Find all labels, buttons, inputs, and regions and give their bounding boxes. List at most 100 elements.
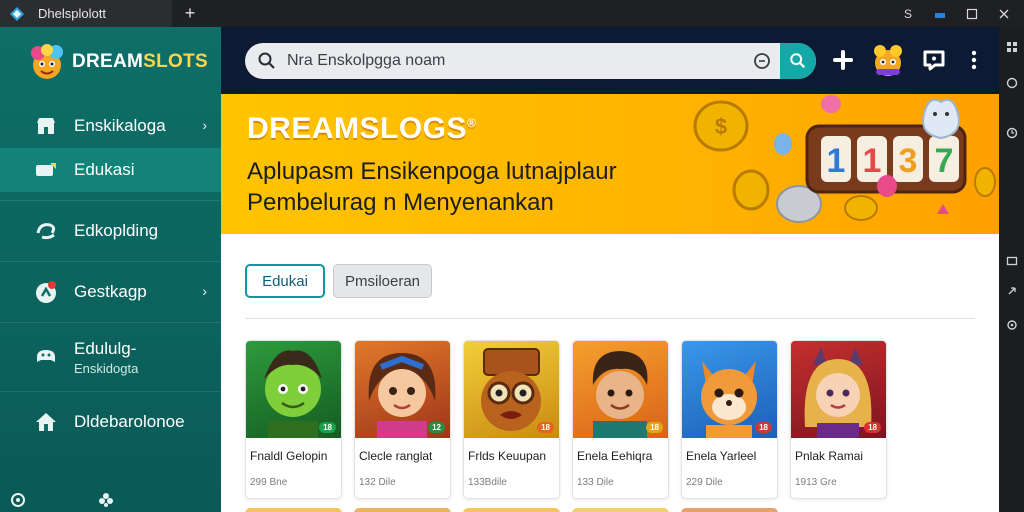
- chat-card-icon: [36, 163, 56, 176]
- flower-icon[interactable]: [98, 492, 114, 508]
- minimize-icon: [935, 12, 945, 18]
- tab-title: Dhelsplolott: [38, 6, 106, 21]
- game-card[interactable]: 18 Enela Yarleel 229 Dile: [681, 340, 778, 499]
- game-card-partial[interactable]: [354, 508, 451, 512]
- top-bar: [221, 27, 999, 94]
- brand-mascot-icon: [31, 44, 63, 79]
- circle-icon[interactable]: [1006, 77, 1018, 89]
- game-thumbnail: 18: [246, 341, 341, 438]
- nav-divider: [0, 200, 221, 201]
- nav-divider: [0, 322, 221, 323]
- search-icon: [790, 53, 806, 69]
- main-content: DREAMSLOGS® Aplupasm Ensikenpoga lutnajp…: [221, 27, 999, 512]
- more-vertical-icon[interactable]: [961, 47, 987, 73]
- clear-search-icon[interactable]: [752, 51, 772, 71]
- svg-text:1: 1: [827, 142, 846, 180]
- game-title: Enela Eehiqra: [577, 449, 653, 463]
- settings-icon[interactable]: [10, 492, 26, 508]
- sidebar-item-edululg[interactable]: Edululg- Enskidogta: [0, 331, 221, 383]
- game-thumbnail: 18: [682, 341, 777, 438]
- swirl-icon: [36, 223, 56, 240]
- sidebar-item-edkoplding[interactable]: Edkoplding: [0, 209, 221, 253]
- game-thumbnail: 18: [464, 341, 559, 438]
- age-badge: 12: [428, 422, 445, 433]
- badge-icon: [36, 281, 56, 303]
- grid-icon[interactable]: [1006, 41, 1018, 53]
- game-meta: 132 Dile: [359, 477, 396, 488]
- game-card[interactable]: 18 Enela Eehiqra 133 Dile: [572, 340, 669, 499]
- game-card-partial[interactable]: [463, 508, 560, 512]
- sidebar-item-sublabel: Enskidogta: [74, 360, 139, 376]
- age-badge: 18: [319, 422, 336, 433]
- slot-machine-illustration: $ 1 1 3 7: [693, 95, 996, 223]
- shop-icon: [37, 118, 55, 134]
- close-icon: [999, 9, 1009, 18]
- add-icon[interactable]: [830, 47, 856, 73]
- search-icon: [258, 52, 275, 69]
- close-window-button[interactable]: [990, 0, 1018, 27]
- game-title: Clecle ranglat: [359, 449, 433, 463]
- sidebar-item-label: Dldebarolonoe: [74, 412, 185, 431]
- age-badge: 18: [864, 422, 881, 433]
- age-badge: 18: [537, 422, 554, 433]
- banner-title-mark: ®: [467, 116, 477, 130]
- sidebar-item-dldebarolonoe[interactable]: Dldebarolonoe: [0, 400, 221, 444]
- game-card[interactable]: 18 Pnlak Ramai 1913 Gre: [790, 340, 887, 499]
- search-bar[interactable]: [245, 43, 816, 79]
- window-icon[interactable]: [1006, 255, 1018, 267]
- sidebar-item-label: Edukasi: [74, 160, 135, 179]
- game-card-partial[interactable]: [572, 508, 669, 512]
- house-icon: [36, 413, 56, 431]
- avatar[interactable]: [869, 41, 907, 79]
- minimize-button[interactable]: [926, 0, 954, 27]
- filter-edukai-button[interactable]: Edukai: [245, 264, 325, 298]
- new-tab-button[interactable]: +: [180, 0, 200, 27]
- game-meta: 133 Dile: [577, 477, 614, 488]
- sidebar-item-label: Enskikaloga: [74, 116, 166, 135]
- sidebar-item-edukasi[interactable]: Edukasi: [0, 148, 221, 192]
- chevron-right-icon: ›: [202, 283, 207, 299]
- game-meta: 229 Dile: [686, 477, 723, 488]
- game-thumbnail: 18: [791, 341, 886, 438]
- game-thumbnail: 12: [355, 341, 450, 438]
- filter-tabs: Edukai Pmsiloeran: [245, 264, 432, 298]
- browser-side-rail: [999, 27, 1024, 512]
- game-pad-icon: [37, 350, 55, 362]
- promo-banner[interactable]: DREAMSLOGS® Aplupasm Ensikenpoga lutnajp…: [221, 94, 999, 234]
- game-card[interactable]: 18 Frlds Keuupan 133Bdile: [463, 340, 560, 499]
- game-thumbnail: 18: [573, 341, 668, 438]
- chevron-right-icon: ›: [202, 117, 207, 133]
- game-title: Frlds Keuupan: [468, 449, 547, 463]
- brand-name-part2: SLOTS: [143, 51, 209, 72]
- banner-headline: Aplupasm Ensikenpoga lutnajplaur: [247, 158, 617, 185]
- sidebar-nav: Enskikaloga › Edukasi Edkoplding Gestkag…: [0, 104, 221, 444]
- sidebar: DREAMSLOTS Enskikaloga › Edukasi Edkopld…: [0, 27, 221, 512]
- sidebar-item-label: Edululg-: [74, 338, 137, 358]
- brand-name-part1: DREAM: [72, 51, 144, 72]
- maximize-icon: [966, 8, 978, 19]
- banner-title-text: DREAMSLOGS: [247, 112, 468, 145]
- browser-tab[interactable]: Dhelsplolott: [0, 0, 172, 27]
- search-input[interactable]: [287, 52, 757, 70]
- nav-divider: [0, 261, 221, 262]
- expand-icon[interactable]: [1006, 285, 1018, 297]
- clock-icon[interactable]: [1006, 127, 1018, 139]
- brand-name: DREAMSLOTS: [72, 51, 208, 73]
- sidebar-footer: [10, 492, 114, 508]
- game-card-partial[interactable]: [681, 508, 778, 512]
- game-card-partial[interactable]: [245, 508, 342, 512]
- filter-pmsiloeran-button[interactable]: Pmsiloeran: [333, 264, 432, 298]
- sidebar-item-enskikaloga[interactable]: Enskikaloga ›: [0, 104, 221, 148]
- app-logo-icon: [10, 6, 24, 21]
- profile-s-button[interactable]: S: [894, 0, 922, 27]
- game-card[interactable]: 18 Fnaldl Gelopin 299 Bne: [245, 340, 342, 499]
- game-card[interactable]: 12 Clecle ranglat 132 Dile: [354, 340, 451, 499]
- search-submit-button[interactable]: [780, 43, 816, 79]
- maximize-button[interactable]: [958, 0, 986, 27]
- sidebar-item-gestkagp[interactable]: Gestkagp ›: [0, 270, 221, 314]
- game-grid-next-row: [245, 508, 778, 512]
- age-badge: 18: [646, 422, 663, 433]
- chat-icon[interactable]: [921, 47, 947, 73]
- settings-icon[interactable]: [1006, 319, 1018, 331]
- brand[interactable]: DREAMSLOTS: [26, 41, 208, 83]
